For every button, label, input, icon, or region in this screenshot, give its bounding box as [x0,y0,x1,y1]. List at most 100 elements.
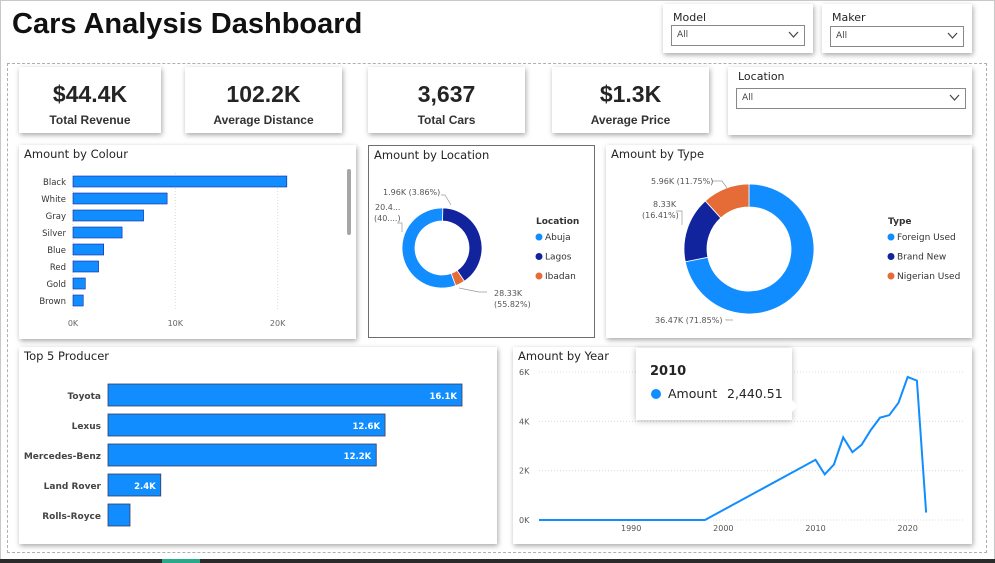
bar [72,192,168,205]
category-label: Silver [42,229,66,239]
legend-label: Foreign Used [897,233,956,243]
data-label: 8.33K [653,200,677,209]
data-label: (16.41%) [642,211,679,220]
amount-by-colour-visual[interactable]: Amount by Colour 0K 10K 20K Black White Gray S… [19,145,356,339]
amount-by-location-visual[interactable]: Amount by Location Location Abuja Lagos Iba… [368,145,595,338]
legend-title: Location [536,217,579,227]
kpi-average-distance[interactable]: 102.2K Average Distance [185,67,342,133]
legend-marker [535,233,543,241]
top-5-producer-chart: Toyota 16.1K Lexus 12.6K Mercedes-Benz 12.2K L… [24,383,463,527]
kpi-label: Total Cars [417,113,476,127]
legend-marker [535,253,543,260]
location-slicer[interactable]: Location All [728,67,972,135]
bar [107,383,463,407]
maker-slicer-title: Maker [832,11,866,24]
kpi-label: Average Distance [213,113,314,127]
data-label: (55.82%) [494,300,531,309]
y-tick-label: 2K [519,467,530,476]
legend-label: Lagos [545,253,572,263]
kpi-label: Total Revenue [49,113,131,127]
category-label: Mercedes-Benz [24,452,101,462]
legend-marker [535,272,543,280]
legend-marker [887,253,895,260]
amount-by-type-visual[interactable]: Amount by Type Type Foreign Used Brand New… [606,145,972,338]
bar [107,443,377,467]
chevron-down-icon [949,94,960,101]
model-slicer-title: Model [673,11,707,24]
legend-marker [887,233,895,241]
bar [72,294,84,307]
chart-tooltip: 2010 Amount 2,440.51 [636,348,792,420]
bar [107,413,386,437]
chevron-down-icon [947,32,958,39]
page-title: Cars Analysis Dashboard [12,8,363,40]
kpi-label: Average Price [590,113,671,127]
bar [107,503,131,527]
bar [72,243,104,256]
value-label: 12.2K [344,452,372,462]
category-label: Brown [39,297,66,307]
bar [72,226,123,239]
bar [72,260,99,273]
legend-title: Type [888,217,911,227]
category-label: Lexus [72,422,101,432]
category-label: Toyota [67,392,101,402]
legend-label: Ibadan [545,272,576,282]
y-tick-label: 4K [519,417,530,426]
chevron-down-icon [788,31,799,38]
tooltip-series-dot [651,389,661,399]
x-tick-label: 2010 [805,524,825,533]
data-label: 28.33K [494,289,523,298]
x-tick-label: 2000 [713,524,733,533]
tooltip-title: 2010 [650,364,687,379]
category-label: White [41,195,66,205]
leader-line [441,194,452,206]
location-dropdown-value: All [742,93,754,103]
leader-line [725,319,733,321]
x-tick-label: 20K [270,319,286,328]
data-label: 1.96K (3.86%) [383,188,440,197]
tooltip-arrow [792,400,798,412]
leader-line [712,180,728,189]
value-label: 2.4K [134,482,156,492]
donut-slice [442,207,483,282]
location-dropdown[interactable]: All [736,88,966,109]
bar [72,175,288,188]
x-tick-label: 0K [68,319,79,328]
x-tick-label: 10K [168,319,184,328]
model-dropdown[interactable]: All [671,25,805,46]
tooltip-series-label: Amount [668,386,718,401]
category-label: Gray [46,212,66,222]
kpi-value: 3,637 [417,81,476,107]
data-label: 5.96K (11.75%) [651,177,713,186]
x-tick-label: 1990 [621,524,641,533]
legend-marker [887,272,895,280]
kpi-total-revenue[interactable]: $44.4K Total Revenue [19,67,161,133]
category-label: Land Rover [44,482,102,492]
kpi-average-price[interactable]: $1.3K Average Price [552,67,709,133]
leader-line [397,222,403,232]
legend-label: Nigerian Used [897,272,960,282]
model-slicer[interactable]: Model All [663,4,813,53]
bar [72,209,144,222]
kpi-value: $1.3K [599,81,662,107]
category-label: Gold [46,280,66,290]
data-label: 36.47K (71.85%) [655,316,722,325]
y-tick-label: 6K [519,368,530,377]
active-page-tab[interactable] [162,559,200,563]
data-label: 20.4... [375,203,400,212]
data-label: (40....) [374,214,401,223]
maker-slicer[interactable]: Maker All [822,4,972,53]
top-5-producer-visual[interactable]: Top 5 Producer Toyota 16.1K Lexus 12.6K Merc… [19,347,497,544]
leader-line [458,287,487,293]
location-slicer-title: Location [738,70,785,83]
y-tick-label: 0K [519,516,530,525]
maker-dropdown[interactable]: All [830,26,964,47]
value-label: 16.1K [429,392,457,402]
tooltip-value: 2,440.51 [727,386,783,401]
maker-dropdown-value: All [836,31,848,41]
legend-label: Brand New [897,253,946,263]
kpi-total-cars[interactable]: 3,637 Total Cars [368,67,525,133]
category-label: Blue [47,246,66,256]
scrollbar[interactable] [347,169,351,235]
